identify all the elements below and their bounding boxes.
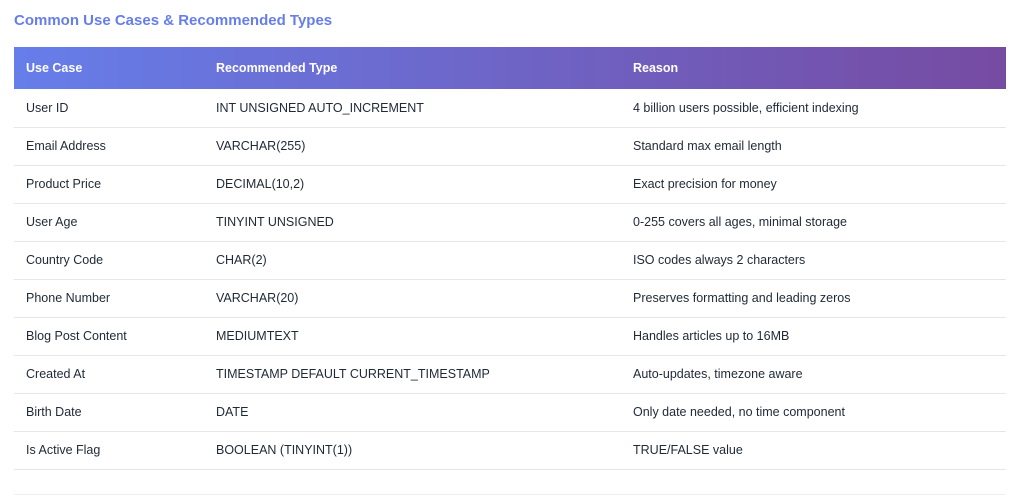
cell-recommended-type: DATE xyxy=(204,393,621,432)
cell-recommended-type: INT UNSIGNED AUTO_INCREMENT xyxy=(204,89,621,128)
cell-use-case: User Age xyxy=(14,203,204,242)
table-row: Country Code CHAR(2) ISO codes always 2 … xyxy=(14,241,1006,280)
use-case-table: Use Case Recommended Type Reason User ID… xyxy=(14,47,1006,470)
table-row: User ID INT UNSIGNED AUTO_INCREMENT 4 bi… xyxy=(14,89,1006,128)
table-row: Is Active Flag BOOLEAN (TINYINT(1)) TRUE… xyxy=(14,431,1006,470)
cell-reason: Auto-updates, timezone aware xyxy=(621,355,1006,394)
cell-use-case: Is Active Flag xyxy=(14,431,204,470)
table-row: User Age TINYINT UNSIGNED 0-255 covers a… xyxy=(14,203,1006,242)
table-row: Blog Post Content MEDIUMTEXT Handles art… xyxy=(14,317,1006,356)
cell-reason: Exact precision for money xyxy=(621,165,1006,204)
cell-use-case: Birth Date xyxy=(14,393,204,432)
cell-reason: 0-255 covers all ages, minimal storage xyxy=(621,203,1006,242)
cell-reason: Only date needed, no time component xyxy=(621,393,1006,432)
table-header: Use Case Recommended Type Reason xyxy=(14,47,1006,89)
table-row: Created At TIMESTAMP DEFAULT CURRENT_TIM… xyxy=(14,355,1006,394)
table-row: Phone Number VARCHAR(20) Preserves forma… xyxy=(14,279,1006,318)
table-row: Product Price DECIMAL(10,2) Exact precis… xyxy=(14,165,1006,204)
bottom-divider xyxy=(14,494,1006,495)
table-body: User ID INT UNSIGNED AUTO_INCREMENT 4 bi… xyxy=(14,89,1006,470)
table-row: Birth Date DATE Only date needed, no tim… xyxy=(14,393,1006,432)
cell-recommended-type: TINYINT UNSIGNED xyxy=(204,203,621,242)
column-header-recommended-type: Recommended Type xyxy=(216,61,338,75)
cell-recommended-type: MEDIUMTEXT xyxy=(204,317,621,356)
cell-use-case: Product Price xyxy=(14,165,204,204)
cell-use-case: Blog Post Content xyxy=(14,317,204,356)
cell-recommended-type: BOOLEAN (TINYINT(1)) xyxy=(204,431,621,470)
cell-use-case: Created At xyxy=(14,355,204,394)
cell-reason: ISO codes always 2 characters xyxy=(621,241,1006,280)
cell-reason: 4 billion users possible, efficient inde… xyxy=(621,89,1006,128)
column-header-use-case: Use Case xyxy=(26,61,83,75)
cell-use-case: Country Code xyxy=(14,241,204,280)
column-header-reason: Reason xyxy=(633,61,679,75)
cell-use-case: User ID xyxy=(14,89,204,128)
table-row: Email Address VARCHAR(255) Standard max … xyxy=(14,127,1006,166)
cell-reason: Preserves formatting and leading zeros xyxy=(621,279,1006,318)
cell-reason: Standard max email length xyxy=(621,127,1006,166)
section-title: Common Use Cases & Recommended Types xyxy=(14,12,333,29)
cell-recommended-type: VARCHAR(255) xyxy=(204,127,621,166)
cell-use-case: Phone Number xyxy=(14,279,204,318)
cell-use-case: Email Address xyxy=(14,127,204,166)
table-header-row: Use Case Recommended Type Reason xyxy=(14,47,1006,89)
cell-recommended-type: VARCHAR(20) xyxy=(204,279,621,318)
cell-recommended-type: CHAR(2) xyxy=(204,241,621,280)
cell-recommended-type: TIMESTAMP DEFAULT CURRENT_TIMESTAMP xyxy=(204,355,621,394)
cell-recommended-type: DECIMAL(10,2) xyxy=(204,165,621,204)
cell-reason: Handles articles up to 16MB xyxy=(621,317,1006,356)
cell-reason: TRUE/FALSE value xyxy=(621,431,1006,470)
